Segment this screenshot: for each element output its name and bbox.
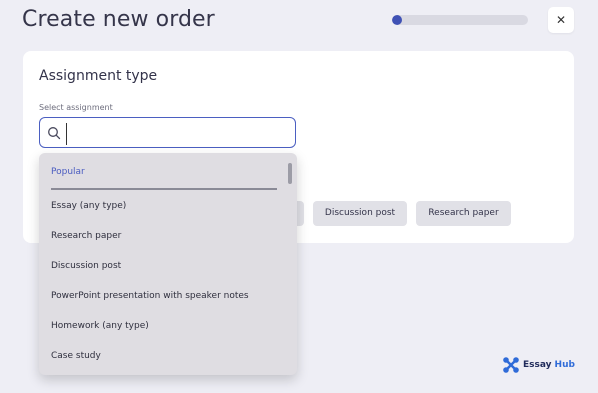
dropdown-item-essay[interactable]: Essay (any type) [39,193,285,219]
assignment-search-box[interactable] [39,117,296,148]
essay-hub-logo-icon [503,357,519,373]
assignment-dropdown: Popular Essay (any type) Research paper … [39,153,297,375]
dropdown-section-popular: Popular [51,167,85,177]
dropdown-item-case-study[interactable]: Case study [39,343,285,369]
close-button[interactable]: ✕ [548,7,574,33]
dropdown-item-homework[interactable]: Homework (any type) [39,313,285,339]
brand-logo: Essay Hub [502,356,575,374]
chip-research-paper[interactable]: Research paper [416,201,511,226]
brand-sub: Hub [554,360,575,370]
page-title: Create new order [22,7,215,32]
dropdown-item-powerpoint[interactable]: PowerPoint presentation with speaker not… [39,283,285,309]
chip-discussion-post[interactable]: Discussion post [313,201,407,226]
search-icon [48,127,61,140]
dropdown-item-discussion-post[interactable]: Discussion post [39,253,285,279]
field-label: Select assignment [39,103,113,112]
dropdown-item-research-paper[interactable]: Research paper [39,223,285,249]
close-icon: ✕ [555,13,567,27]
brand-name: Essay [523,360,552,370]
assignment-search-input[interactable] [66,123,294,145]
progress-bar [392,15,528,25]
dropdown-divider [51,188,277,190]
progress-fill [392,15,402,25]
dropdown-scrollbar[interactable] [288,163,292,184]
section-heading: Assignment type [39,68,158,84]
